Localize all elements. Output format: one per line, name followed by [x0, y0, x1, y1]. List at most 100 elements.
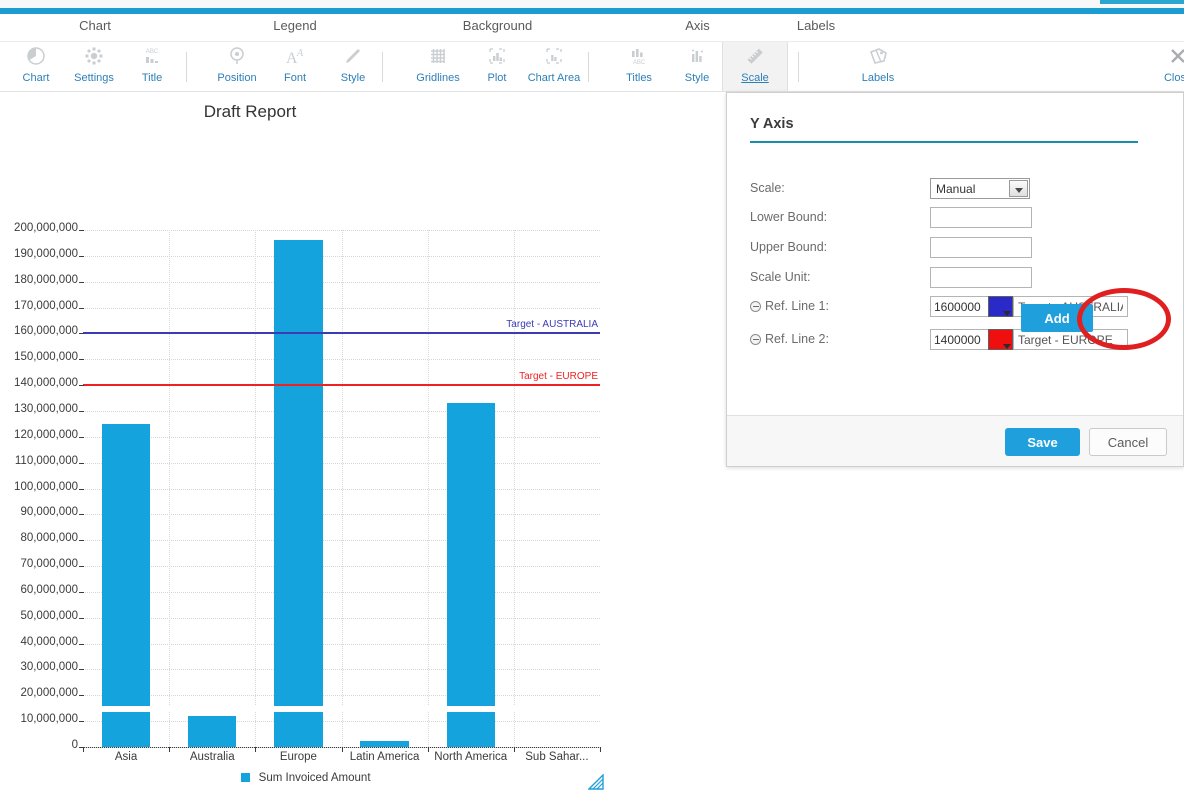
y-axis-tick-label: 70,000,000 [20, 558, 78, 571]
ribbon-toolbar: Chart Legend Background Axis Labels Chart Set… [0, 14, 1184, 92]
y-axis-tick [79, 410, 84, 412]
ribbon-button-label: Font [283, 72, 306, 84]
y-axis-tick [79, 307, 84, 309]
cancel-button[interactable]: Cancel [1089, 428, 1167, 456]
gridline-vertical [427, 230, 429, 747]
ribbon-button-axis-style[interactable]: Style [664, 42, 730, 91]
ribbon-button-label: Style [684, 72, 710, 84]
ribbon-button-label: Chart Area [527, 72, 581, 84]
reference-line-1-label: Target - AUSTRALIA [506, 319, 598, 331]
ref-line-1-value-input[interactable] [930, 296, 988, 317]
field-row-ref-line-1: Ref. Line 1: [750, 296, 1170, 318]
ref-line-2-label: Ref. Line 2: [765, 332, 829, 346]
y-axis-tick-label: 90,000,000 [20, 506, 78, 519]
ribbon-button-close[interactable]: Close [1145, 42, 1184, 91]
ribbon-buttons: Chart Settings ABC Title Position A A Font Style… [0, 42, 1184, 91]
svg-text:ABC: ABC [633, 60, 646, 66]
y-axis-tick [79, 591, 84, 593]
y-axis-tick [79, 514, 84, 516]
ribbon-separator [588, 52, 589, 82]
y-axis-tick-label: 80,000,000 [20, 532, 78, 545]
resize-grip-icon[interactable] [588, 774, 604, 790]
gridline-vertical [513, 230, 515, 747]
gridline-vertical [169, 230, 171, 747]
ribbon-button-gridlines[interactable]: Gridlines [405, 42, 471, 91]
reference-line-2 [83, 384, 600, 387]
bar-latin-america[interactable] [360, 740, 409, 747]
ribbon-button-labels[interactable]: Labels [845, 42, 911, 91]
chevron-down-icon[interactable] [1009, 180, 1028, 197]
upper-bound-label: Upper Bound: [750, 240, 828, 254]
close-x-icon [1145, 45, 1184, 71]
ref-line-1-color-swatch[interactable] [988, 296, 1013, 317]
gridline-vertical [255, 230, 257, 747]
top-accent-bar [1100, 0, 1184, 4]
dialog-title: Y Axis [750, 116, 794, 132]
y-axis-tick-label: 200,000,000 [14, 222, 78, 234]
scale-label: Scale: [750, 181, 785, 195]
remove-ref-line-2-icon[interactable] [750, 334, 761, 345]
scale-select[interactable]: Manual [930, 178, 1030, 199]
add-ref-line-button[interactable]: Add [1021, 304, 1093, 332]
chart-title-text: Draft Report [203, 102, 297, 121]
y-axis-settings-dialog: Y Axis Scale: Manual Lower Bound: Upper … [726, 92, 1184, 467]
upper-bound-input[interactable] [930, 237, 1032, 258]
bar-asia[interactable] [101, 423, 151, 747]
y-axis-tick [79, 359, 84, 361]
ribbon-button-label: Title [141, 72, 163, 84]
ribbon-group-legend: Legend [273, 18, 317, 33]
y-axis-tick [79, 643, 84, 645]
plot-area: Target - AUSTRALIA Target - EUROPE [83, 230, 600, 748]
ref-line-2-color-swatch[interactable] [988, 329, 1013, 350]
ref-line-2-value-input[interactable] [930, 329, 988, 350]
chart-title: Draft Report [0, 102, 612, 122]
y-axis-tick-label: 120,000,000 [14, 428, 78, 441]
y-axis-tick-label: 0 [71, 739, 78, 751]
scale-unit-input[interactable] [930, 267, 1032, 288]
y-axis-tick-label: 160,000,000 [14, 325, 78, 338]
y-axis-tick [79, 540, 84, 542]
grid-icon [405, 45, 471, 71]
save-button[interactable]: Save [1005, 428, 1080, 456]
window-top-strip [0, 0, 1184, 8]
ribbon-button-titles[interactable]: ABC Titles [606, 42, 672, 91]
gridline-vertical [341, 230, 343, 747]
pencil-icon [320, 45, 386, 71]
y-axis-tick [79, 721, 84, 723]
bar-europe[interactable] [274, 240, 323, 747]
y-axis-tick-label: 60,000,000 [20, 583, 78, 596]
y-axis-tick [79, 566, 84, 568]
ribbon-button-font[interactable]: A A Font [262, 42, 328, 91]
map-pin-icon [204, 45, 270, 71]
lower-bound-input[interactable] [930, 207, 1032, 228]
remove-ref-line-1-icon[interactable] [750, 301, 761, 312]
ribbon-button-position[interactable]: Position [204, 42, 270, 91]
y-axis-tick-label: 20,000,000 [20, 687, 78, 700]
axis-style-icon [664, 45, 730, 71]
ribbon-button-chart-area[interactable]: Chart Area [521, 42, 587, 91]
ribbon-button-settings[interactable]: Settings [61, 42, 127, 91]
y-axis-tick-label: 140,000,000 [14, 377, 78, 390]
chart-area-icon [521, 45, 587, 71]
bar-australia[interactable] [188, 715, 237, 747]
ribbon-button-chart[interactable]: Chart [3, 42, 69, 91]
ribbon-button-title[interactable]: ABC Title [119, 42, 185, 91]
bar-north-america[interactable] [446, 403, 495, 747]
y-axis-tick-label: 110,000,000 [14, 454, 78, 467]
ribbon-button-label: Close [1163, 72, 1184, 84]
ribbon-button-label: Settings [74, 72, 114, 84]
ribbon-button-label: Titles [626, 72, 652, 84]
reference-line-1 [83, 332, 600, 335]
pie-chart-icon [3, 45, 69, 71]
chart-legend: Sum Invoiced Amount [0, 772, 612, 784]
y-axis-tick [79, 488, 84, 490]
ref-line-2-name-input[interactable] [1013, 329, 1128, 350]
y-axis-tick-label: 100,000,000 [14, 480, 78, 493]
y-axis-tick-label: 130,000,000 [14, 402, 78, 415]
y-axis-tick-label: 190,000,000 [14, 247, 78, 260]
ribbon-group-labels: Labels [796, 18, 836, 33]
y-axis-tick [79, 617, 84, 619]
legend-label: Sum Invoiced Amount [258, 772, 371, 784]
ribbon-button-style[interactable]: Style [320, 42, 386, 91]
ribbon-button-scale[interactable]: Scale [722, 42, 788, 91]
